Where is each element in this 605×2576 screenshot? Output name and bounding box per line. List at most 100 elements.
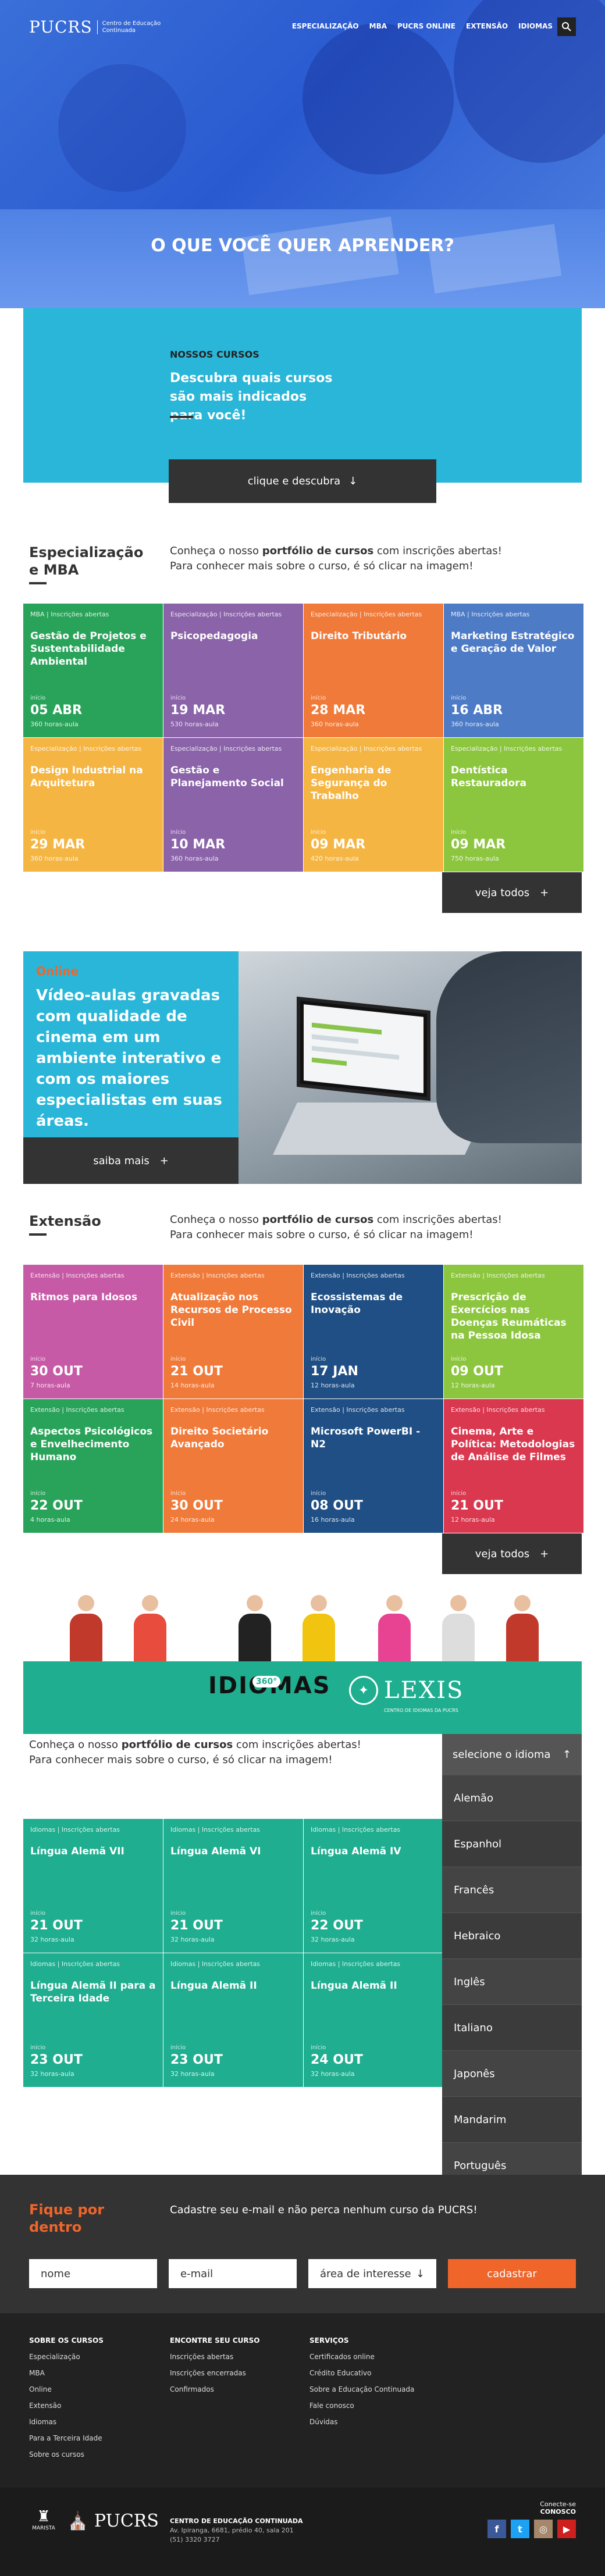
course-start-label: início: [170, 695, 186, 701]
course-card[interactable]: Especialização | Inscrições abertas Gestã…: [163, 738, 303, 872]
language-option[interactable]: Espanhol: [442, 1821, 582, 1867]
see-all-especializacao-button[interactable]: veja todos +: [442, 872, 582, 913]
course-card[interactable]: Idiomas | Inscrições abertas Língua Alemã…: [304, 1953, 443, 2087]
course-title: Prescrição de Exercícios nas Doenças Reu…: [451, 1291, 567, 1341]
pucrs-word: PUCRS: [94, 2511, 159, 2531]
youtube-icon[interactable]: ▶: [557, 2520, 576, 2538]
course-card[interactable]: Especialização | Inscrições abertas Desig…: [23, 738, 163, 872]
course-card[interactable]: Extensão | Inscrições abertas Aspectos Ps…: [23, 1399, 163, 1533]
nav-idiomas[interactable]: IDIOMAS: [518, 22, 553, 30]
online-tag: Online: [36, 964, 79, 978]
footer-link[interactable]: Fale conosco: [309, 2402, 414, 2410]
register-button[interactable]: cadastrar: [448, 2259, 576, 2288]
discover-button[interactable]: clique e descubra ↓: [169, 459, 436, 503]
course-date: 16 ABR: [451, 703, 503, 718]
course-hours: 32 horas-aula: [170, 1936, 215, 1943]
desc-post: com inscrições abertas!: [373, 1214, 502, 1226]
footer-link[interactable]: Dúvidas: [309, 2418, 414, 2426]
course-card[interactable]: Extensão | Inscrições abertas Cinema, Art…: [444, 1399, 583, 1533]
course-start-label: início: [451, 695, 467, 701]
footer-link[interactable]: MBA: [29, 2369, 104, 2377]
twitter-icon[interactable]: t: [511, 2520, 529, 2538]
course-date: 09 MAR: [311, 837, 366, 852]
email-input[interactable]: e-mail: [169, 2259, 297, 2288]
language-select-header[interactable]: selecione o idioma ↑: [442, 1734, 582, 1775]
course-category: Extensão | Inscrições abertas: [451, 1406, 545, 1414]
language-option[interactable]: Mandarim: [442, 2096, 582, 2142]
title-line2: e MBA: [29, 562, 79, 578]
course-category: Idiomas | Inscrições abertas: [170, 1826, 261, 1833]
course-start-label: início: [170, 829, 186, 836]
course-card[interactable]: Idiomas | Inscrições abertas Língua Alemã…: [163, 1953, 303, 2087]
course-card[interactable]: Idiomas | Inscrições abertas Língua Alemã…: [304, 1819, 443, 1953]
pucrs-logo[interactable]: PUCRS Centro de Educação Continuada: [29, 17, 161, 37]
footer-link[interactable]: Inscrições encerradas: [170, 2369, 260, 2377]
language-select[interactable]: selecione o idioma ↑ Alemão Espanhol Franc…: [442, 1734, 582, 2234]
course-card[interactable]: MBA | Inscrições abertas Marketing Estrat…: [444, 604, 583, 737]
course-category: MBA | Inscrições abertas: [30, 611, 109, 618]
course-card[interactable]: Especialização | Inscrições abertas Dentí…: [444, 738, 583, 872]
footer-link[interactable]: Idiomas: [29, 2418, 104, 2426]
search-button[interactable]: [557, 17, 576, 36]
idiomas-banner: IDIOMAS 360° ✦ LEXIS CENTRO DE IDIOMAS D…: [23, 1661, 582, 1734]
course-card[interactable]: Especialização | Inscrições abertas Direi…: [304, 604, 443, 737]
course-card[interactable]: Extensão | Inscrições abertas Microsoft P…: [304, 1399, 443, 1533]
main-nav: ESPECIALIZAÇÃO MBA PUCRS ONLINE EXTENSÃO…: [292, 22, 553, 30]
language-option[interactable]: Inglês: [442, 1958, 582, 2004]
title-line2: dentro: [29, 2219, 82, 2235]
course-card[interactable]: Idiomas | Inscrições abertas Língua Alemã…: [163, 1819, 303, 1953]
footer-link[interactable]: Para a Terceira Idade: [29, 2434, 104, 2442]
nav-mba[interactable]: MBA: [369, 22, 387, 30]
course-category: Idiomas | Inscrições abertas: [311, 1826, 401, 1833]
facebook-icon[interactable]: f: [487, 2520, 506, 2538]
footer-link[interactable]: Inscrições abertas: [170, 2353, 260, 2361]
course-start-label: início: [30, 2045, 46, 2051]
course-card[interactable]: Extensão | Inscrições abertas Prescrição …: [444, 1265, 583, 1398]
nav-extensao[interactable]: EXTENSÃO: [466, 22, 508, 30]
course-date: 22 OUT: [311, 1918, 363, 1933]
footer-link[interactable]: Sobre a Educação Continuada: [309, 2385, 414, 2393]
course-card[interactable]: Extensão | Inscrições abertas Ecossistema…: [304, 1265, 443, 1398]
learn-more-button[interactable]: saiba mais +: [23, 1137, 239, 1184]
course-date: 19 MAR: [170, 703, 226, 718]
course-start-label: início: [170, 1490, 186, 1497]
footer-link[interactable]: Especialização: [29, 2353, 104, 2361]
interest-select[interactable]: área de interesse ↓: [308, 2259, 436, 2288]
marista-emblem-icon: ♜: [37, 2508, 51, 2525]
see-all-extensao-button[interactable]: veja todos +: [442, 1533, 582, 1574]
footer-link[interactable]: Online: [29, 2385, 104, 2393]
language-option[interactable]: Italiano: [442, 2004, 582, 2050]
course-start-label: início: [311, 2045, 326, 2051]
footer-link[interactable]: Extensão: [29, 2402, 104, 2410]
course-card[interactable]: Extensão | Inscrições abertas Direito Soc…: [163, 1399, 303, 1533]
lexis-sub: CENTRO DE IDIOMAS DA PUCRS: [384, 1708, 458, 1713]
course-card[interactable]: Especialização | Inscrições abertas Psico…: [163, 604, 303, 737]
language-option[interactable]: Japonês: [442, 2050, 582, 2096]
footer-link[interactable]: Certificados online: [309, 2353, 414, 2361]
footer-link[interactable]: Confirmados: [170, 2385, 260, 2393]
hero-banner: PUCRS Centro de Educação Continuada ESPE…: [0, 0, 605, 308]
course-category: Idiomas | Inscrições abertas: [170, 1960, 261, 1968]
course-card[interactable]: Idiomas | Inscrições abertas Língua Alemã…: [23, 1953, 163, 2087]
course-card[interactable]: Especialização | Inscrições abertas Engen…: [304, 738, 443, 872]
footer-link[interactable]: Crédito Educativo: [309, 2369, 414, 2377]
name-input[interactable]: nome: [29, 2259, 157, 2288]
plus-icon: +: [540, 1547, 549, 1560]
footer-link[interactable]: Sobre os cursos: [29, 2450, 104, 2459]
course-card[interactable]: MBA | Inscrições abertas Gestão de Projet…: [23, 604, 163, 737]
language-option[interactable]: Francês: [442, 1867, 582, 1913]
instagram-icon[interactable]: ◎: [534, 2520, 553, 2538]
language-option[interactable]: Alemão: [442, 1775, 582, 1821]
desc-line2: Para conhecer mais sobre o curso, é só c…: [29, 1754, 333, 1766]
course-card[interactable]: Idiomas | Inscrições abertas Língua Alemã…: [23, 1819, 163, 1953]
course-title: Atualização nos Recursos de Processo Civ…: [170, 1291, 292, 1329]
course-card[interactable]: Extensão | Inscrições abertas Ritmos para…: [23, 1265, 163, 1398]
course-card[interactable]: Extensão | Inscrições abertas Atualização…: [163, 1265, 303, 1398]
course-title: Engenharia de Segurança do Trabalho: [311, 765, 392, 802]
course-hours: 4 horas-aula: [30, 1516, 70, 1524]
language-option[interactable]: Hebraico: [442, 1913, 582, 1958]
nav-pucrs-online[interactable]: PUCRS ONLINE: [397, 22, 455, 30]
nav-especializacao[interactable]: ESPECIALIZAÇÃO: [292, 22, 359, 30]
course-start-label: início: [30, 1356, 46, 1362]
lexis-emblem-icon: ✦: [349, 1676, 378, 1705]
